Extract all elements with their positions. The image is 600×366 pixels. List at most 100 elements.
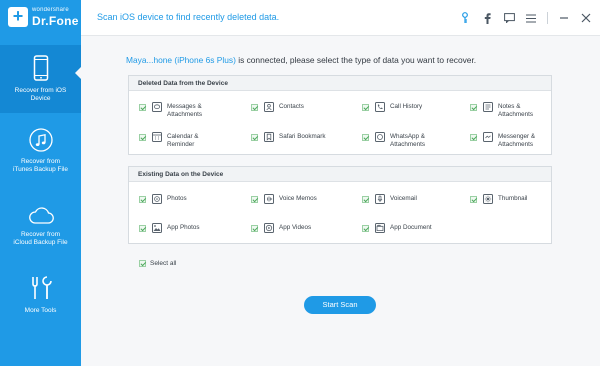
app-video-icon	[264, 223, 274, 233]
checkbox[interactable]	[251, 104, 258, 111]
option-label: App Videos	[279, 224, 312, 231]
checkbox[interactable]	[470, 104, 477, 111]
calendar-icon	[152, 132, 162, 142]
brand-logo: + wondershare Dr.Fone	[8, 7, 78, 29]
option-label: Contacts	[279, 103, 304, 110]
thumbnail-icon	[483, 194, 493, 204]
select-all-label: Select all	[150, 260, 177, 267]
option-app-document[interactable]: App Document	[362, 223, 432, 233]
sidebar-item-label: iTunes Backup File	[12, 166, 69, 173]
checkbox[interactable]	[362, 134, 369, 141]
menu-icon[interactable]	[525, 12, 537, 24]
sidebar-item-label: iCloud Backup File	[13, 239, 68, 246]
messenger-icon	[483, 132, 493, 142]
checkbox[interactable]	[251, 225, 258, 232]
app-document-icon	[375, 223, 385, 233]
bookmark-icon	[264, 132, 274, 142]
sidebar-item-label: More Tools	[24, 307, 57, 314]
tools-icon	[31, 276, 52, 299]
existing-data-panel: Existing Data on the Device Photos Voice…	[128, 166, 552, 244]
option-label: Notes & Attachments	[498, 103, 533, 118]
voicemail-icon	[375, 194, 385, 204]
notes-icon	[483, 102, 493, 112]
section-title: Existing Data on the Device	[129, 167, 551, 182]
option-whatsapp[interactable]: WhatsApp & Attachments	[362, 132, 425, 148]
checkbox[interactable]	[139, 196, 146, 203]
option-safari-bookmark[interactable]: Safari Bookmark	[251, 132, 326, 142]
select-all-checkbox[interactable]	[139, 260, 146, 267]
key-icon[interactable]	[459, 12, 471, 24]
option-label: App Photos	[167, 224, 200, 231]
contacts-icon	[264, 102, 274, 112]
phone-icon	[33, 55, 48, 81]
option-label: Messages & Attachments	[167, 103, 202, 118]
plus-logo-icon: +	[8, 7, 28, 27]
voice-memo-icon	[264, 194, 274, 204]
sidebar-item-label: Recover from	[20, 231, 60, 238]
select-all-option[interactable]: Select all	[139, 260, 176, 267]
connection-message: is connected, please select the type of …	[235, 55, 477, 65]
sidebar-item-recover-itunes[interactable]: Recover from iTunes Backup File	[0, 128, 81, 178]
brand-small-text: wondershare	[32, 7, 69, 13]
option-label: Thumbnail	[498, 195, 528, 202]
option-photos[interactable]: Photos	[139, 194, 187, 204]
header-bar: Scan iOS device to find recently deleted…	[81, 0, 600, 36]
checkbox[interactable]	[362, 104, 369, 111]
option-label: App Document	[390, 224, 432, 231]
option-notes[interactable]: Notes & Attachments	[470, 102, 533, 118]
checkbox[interactable]	[139, 225, 146, 232]
checkbox[interactable]	[251, 196, 258, 203]
sidebar-item-label: Device	[30, 95, 51, 102]
sidebar-item-recover-icloud[interactable]: Recover from iCloud Backup File	[0, 205, 81, 255]
sidebar-item-more-tools[interactable]: More Tools	[0, 275, 81, 320]
feedback-icon[interactable]	[503, 12, 515, 24]
option-call-history[interactable]: Call History	[362, 102, 422, 112]
option-label: Photos	[167, 195, 187, 202]
option-label: Messenger & Attachments	[498, 133, 536, 148]
checkbox[interactable]	[470, 196, 477, 203]
sidebar: + wondershare Dr.Fone Recover from iOS D…	[0, 0, 81, 366]
option-calendar[interactable]: Calendar & Reminder	[139, 132, 199, 148]
option-messenger[interactable]: Messenger & Attachments	[470, 132, 535, 148]
close-icon[interactable]	[580, 12, 592, 24]
sidebar-item-label: Recover from	[20, 158, 60, 165]
checkbox[interactable]	[251, 134, 258, 141]
message-icon	[152, 102, 162, 112]
sidebar-item-recover-ios[interactable]: Recover from iOS Device	[0, 45, 81, 113]
option-app-videos[interactable]: App Videos	[251, 223, 311, 233]
page-title: Scan iOS device to find recently deleted…	[97, 12, 280, 22]
device-name: Maya...hone (iPhone 6s Plus)	[126, 55, 236, 65]
checkbox[interactable]	[139, 104, 146, 111]
photo-icon	[152, 194, 162, 204]
minimize-icon[interactable]	[558, 12, 570, 24]
checkbox[interactable]	[362, 225, 369, 232]
option-voicemail[interactable]: Voicemail	[362, 194, 417, 204]
divider	[547, 12, 548, 24]
option-label: Voicemail	[390, 195, 417, 202]
option-app-photos[interactable]: App Photos	[139, 223, 200, 233]
option-messages[interactable]: Messages & Attachments	[139, 102, 202, 118]
connection-status: Maya...hone (iPhone 6s Plus) is connecte…	[126, 55, 476, 65]
option-voice-memos[interactable]: Voice Memos	[251, 194, 317, 204]
checkbox[interactable]	[139, 134, 146, 141]
option-contacts[interactable]: Contacts	[251, 102, 304, 112]
checkbox[interactable]	[362, 196, 369, 203]
section-title: Deleted Data from the Device	[129, 76, 551, 91]
whatsapp-icon	[375, 132, 385, 142]
start-scan-button[interactable]: Start Scan	[304, 296, 376, 314]
window-controls	[459, 11, 592, 25]
brand-name: Dr.Fone	[32, 14, 79, 28]
music-note-icon	[28, 128, 53, 152]
facebook-icon[interactable]	[481, 12, 493, 24]
option-label: Calendar & Reminder	[167, 133, 199, 148]
sidebar-item-label: Recover from iOS	[14, 87, 67, 94]
option-label: Voice Memos	[279, 195, 317, 202]
cloud-icon	[28, 207, 54, 224]
option-label: WhatsApp & Attachments	[390, 133, 425, 148]
option-label: Safari Bookmark	[279, 133, 326, 140]
option-thumbnail[interactable]: Thumbnail	[470, 194, 527, 204]
checkbox[interactable]	[470, 134, 477, 141]
app-photo-icon	[152, 223, 162, 233]
phone-call-icon	[375, 102, 385, 112]
deleted-data-panel: Deleted Data from the Device Messages & A…	[128, 75, 552, 155]
